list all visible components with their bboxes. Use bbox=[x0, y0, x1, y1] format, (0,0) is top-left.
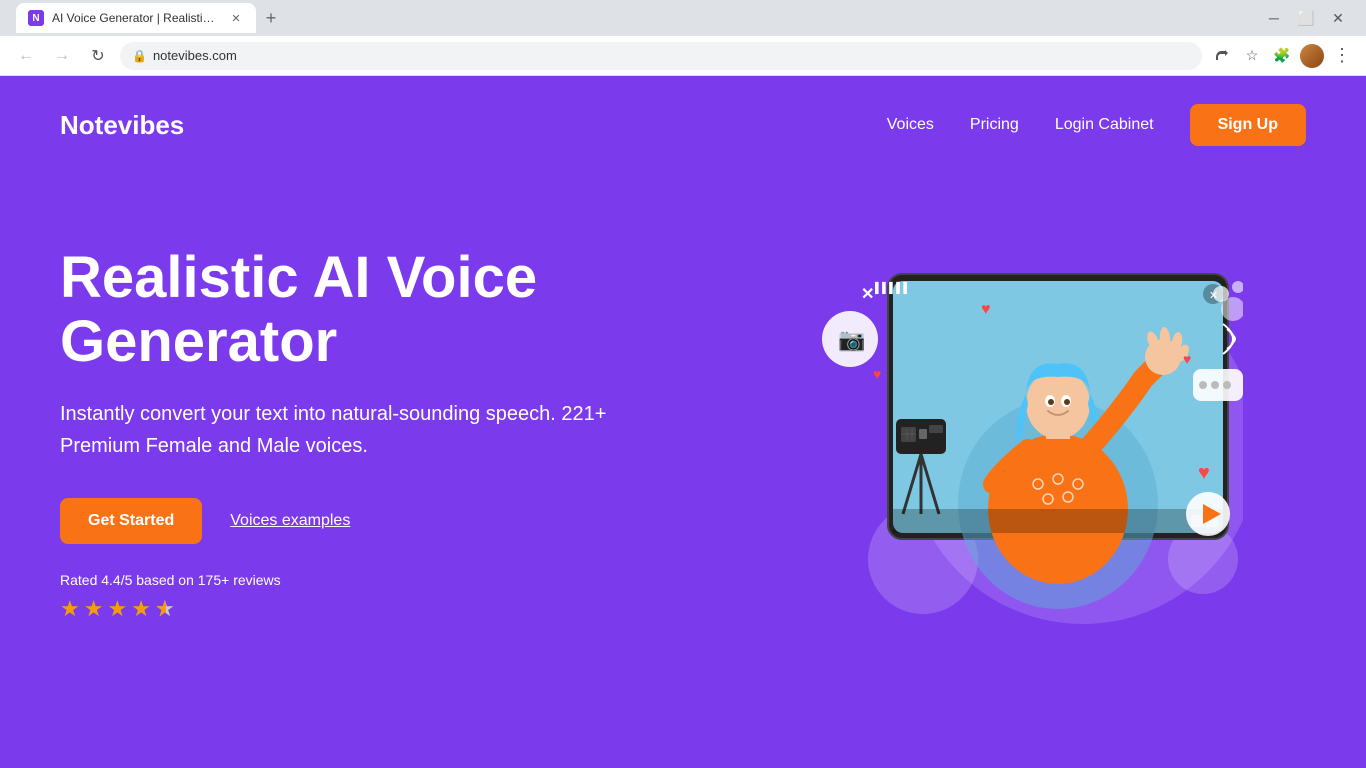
minimize-icon[interactable]: ─ bbox=[1262, 6, 1286, 30]
nav-links: Voices Pricing Login Cabinet Sign Up bbox=[887, 104, 1306, 146]
signup-button[interactable]: Sign Up bbox=[1190, 104, 1306, 146]
hero-buttons: Get Started Voices examples bbox=[60, 498, 640, 544]
hero-illustration: ✕ ✕ ▌▌▌▌▌ 📷 ♥ ♥ ♥ ♥ bbox=[680, 194, 1306, 674]
browser-titlebar: N AI Voice Generator | Realistic Tex... … bbox=[0, 0, 1366, 36]
hero-section: Realistic AI Voice Generator Instantly c… bbox=[0, 174, 1366, 674]
toolbar-right-controls: ☆ 🧩 ⋮ bbox=[1210, 44, 1354, 68]
window-controls: ─ ⬜ ✕ bbox=[1262, 6, 1358, 30]
nav-pricing[interactable]: Pricing bbox=[970, 116, 1019, 134]
star-3: ★ bbox=[107, 596, 127, 622]
browser-chrome: N AI Voice Generator | Realistic Tex... … bbox=[0, 0, 1366, 76]
star-4: ★ bbox=[131, 596, 151, 622]
nav-voices[interactable]: Voices bbox=[887, 116, 934, 134]
voices-examples-link[interactable]: Voices examples bbox=[230, 512, 350, 530]
svg-text:♥: ♥ bbox=[1198, 462, 1210, 484]
share-icon[interactable] bbox=[1210, 44, 1234, 68]
main-nav: Notevibes Voices Pricing Login Cabinet S… bbox=[0, 76, 1366, 174]
rating-text: Rated 4.4/5 based on 175+ reviews bbox=[60, 572, 640, 588]
active-tab[interactable]: N AI Voice Generator | Realistic Tex... … bbox=[16, 3, 256, 33]
svg-text:♥: ♥ bbox=[981, 301, 991, 318]
site-logo[interactable]: Notevibes bbox=[60, 110, 184, 141]
tab-title: AI Voice Generator | Realistic Tex... bbox=[52, 11, 220, 25]
hero-title-line1: Realistic AI Voice bbox=[60, 245, 537, 310]
restore-icon[interactable]: ⬜ bbox=[1294, 6, 1318, 30]
address-bar[interactable]: 🔒 notevibes.com bbox=[120, 42, 1202, 70]
tab-close-button[interactable]: ✕ bbox=[228, 10, 244, 26]
nav-login[interactable]: Login Cabinet bbox=[1055, 116, 1154, 134]
hero-text: Realistic AI Voice Generator Instantly c… bbox=[60, 246, 640, 622]
website-content: Notevibes Voices Pricing Login Cabinet S… bbox=[0, 76, 1366, 768]
menu-button[interactable]: ⋮ bbox=[1330, 44, 1354, 68]
close-window-icon[interactable]: ✕ bbox=[1326, 6, 1350, 30]
url-text: notevibes.com bbox=[153, 48, 1190, 63]
svg-text:♥: ♥ bbox=[873, 366, 881, 382]
back-button[interactable]: ← bbox=[12, 42, 40, 70]
star-1: ★ bbox=[60, 596, 80, 622]
illustration-svg: ✕ ✕ ▌▌▌▌▌ 📷 ♥ ♥ ♥ ♥ bbox=[743, 219, 1243, 649]
star-bookmark-icon[interactable]: ☆ bbox=[1240, 44, 1264, 68]
tab-favicon: N bbox=[28, 10, 44, 26]
hero-title-line2: Generator bbox=[60, 309, 337, 374]
extensions-icon[interactable]: 🧩 bbox=[1270, 44, 1294, 68]
svg-text:♥: ♥ bbox=[1183, 351, 1191, 367]
get-started-button[interactable]: Get Started bbox=[60, 498, 202, 544]
hero-title: Realistic AI Voice Generator bbox=[60, 246, 640, 374]
svg-text:📷: 📷 bbox=[838, 327, 865, 352]
star-2: ★ bbox=[84, 596, 104, 622]
svg-text:▌▌▌▌▌: ▌▌▌▌▌ bbox=[875, 281, 910, 295]
hero-subtitle: Instantly convert your text into natural… bbox=[60, 398, 640, 462]
forward-button[interactable]: → bbox=[48, 42, 76, 70]
reload-button[interactable]: ↻ bbox=[84, 42, 112, 70]
new-tab-button[interactable]: + bbox=[256, 3, 286, 33]
lock-icon: 🔒 bbox=[132, 49, 147, 63]
browser-toolbar: ← → ↻ 🔒 notevibes.com ☆ 🧩 ⋮ bbox=[0, 36, 1366, 76]
browser-tabs: N AI Voice Generator | Realistic Tex... … bbox=[8, 3, 294, 33]
star-rating: ★ ★ ★ ★ ★ ★ bbox=[60, 596, 640, 622]
star-5: ★ ★ bbox=[155, 596, 175, 622]
profile-icon[interactable] bbox=[1300, 44, 1324, 68]
svg-text:✕: ✕ bbox=[861, 286, 874, 303]
